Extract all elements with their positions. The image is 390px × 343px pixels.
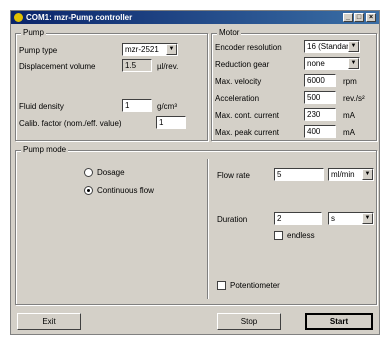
endless-checkbox[interactable] — [274, 231, 283, 240]
gear-label: Reduction gear — [215, 60, 270, 69]
flow-rate-label: Flow rate — [217, 171, 250, 180]
density-label: Fluid density — [19, 102, 64, 111]
title-bar[interactable]: COM1: mzr-Pump controller _ □ × — [11, 11, 379, 24]
flow-unit-select[interactable]: ml/min ▼ — [328, 168, 374, 181]
pump-group: Pump Pump type mzr-2521 ▼ Displacement v… — [15, 28, 208, 141]
duration-field[interactable]: 2 — [274, 212, 322, 225]
pump-type-label: Pump type — [19, 46, 58, 55]
potentiometer-checkbox[interactable] — [217, 281, 226, 290]
calib-label: Calib. factor (nom./eff. value) — [19, 119, 122, 128]
pump-controller-window: COM1: mzr-Pump controller _ □ × Pump Pum… — [10, 10, 380, 335]
mode-divider — [207, 159, 208, 299]
peak-current-unit: mA — [343, 128, 355, 137]
pump-mode-group-label: Pump mode — [21, 145, 69, 154]
cont-current-label: Max. cont. current — [215, 111, 280, 120]
start-button[interactable]: Start — [305, 313, 373, 330]
maximize-button[interactable]: □ — [354, 13, 364, 22]
encoder-select[interactable]: 16 (Standard) ▼ — [304, 40, 360, 53]
pump-group-label: Pump — [21, 28, 46, 37]
cont-current-unit: mA — [343, 111, 355, 120]
endless-label[interactable]: endless — [287, 231, 315, 240]
velocity-unit: rpm — [343, 77, 357, 86]
app-icon — [14, 13, 23, 22]
displacement-unit: µl/rev. — [157, 62, 179, 71]
accel-field[interactable]: 500 — [304, 91, 336, 104]
continuous-label[interactable]: Continuous flow — [97, 186, 154, 195]
peak-current-field[interactable]: 400 — [304, 125, 336, 138]
motor-group-label: Motor — [217, 28, 242, 37]
calib-field[interactable]: 1 — [156, 116, 186, 129]
chevron-down-icon[interactable]: ▼ — [166, 44, 177, 55]
density-field[interactable]: 1 — [122, 99, 152, 112]
motor-group: Motor Encoder resolution 16 (Standard) ▼… — [211, 28, 377, 141]
velocity-field[interactable]: 6000 — [304, 74, 336, 87]
stop-button[interactable]: Stop — [217, 313, 281, 330]
chevron-down-icon[interactable]: ▼ — [362, 169, 373, 180]
cont-current-field[interactable]: 230 — [304, 108, 336, 121]
potentiometer-label[interactable]: Potentiometer — [230, 281, 280, 290]
chevron-down-icon[interactable]: ▼ — [348, 58, 359, 69]
exit-button[interactable]: Exit — [17, 313, 81, 330]
close-button[interactable]: × — [366, 13, 376, 22]
velocity-label: Max. velocity — [215, 77, 262, 86]
displacement-field: 1.5 — [122, 59, 152, 72]
duration-unit-select[interactable]: s ▼ — [328, 212, 374, 225]
chevron-down-icon[interactable]: ▼ — [348, 41, 359, 52]
accel-label: Acceleration — [215, 94, 260, 103]
radio-selected-dot — [87, 189, 90, 192]
displacement-label: Displacement volume — [19, 62, 96, 71]
flow-rate-field[interactable]: 5 — [274, 168, 324, 181]
dosage-radio[interactable] — [84, 168, 93, 177]
density-unit: g/cm³ — [157, 102, 177, 111]
duration-label: Duration — [217, 215, 248, 224]
accel-unit: rev./s² — [343, 94, 365, 103]
gear-select[interactable]: none ▼ — [304, 57, 360, 70]
minimize-button[interactable]: _ — [343, 13, 353, 22]
dosage-label[interactable]: Dosage — [97, 168, 125, 177]
peak-current-label: Max. peak current — [215, 128, 280, 137]
pump-mode-group: Pump mode Dosage Continuous flow Flow ra… — [15, 145, 377, 305]
chevron-down-icon[interactable]: ▼ — [362, 213, 373, 224]
continuous-radio[interactable] — [84, 186, 93, 195]
pump-type-select[interactable]: mzr-2521 ▼ — [122, 43, 178, 56]
window-title: COM1: mzr-Pump controller — [26, 13, 133, 22]
encoder-label: Encoder resolution — [215, 43, 282, 52]
